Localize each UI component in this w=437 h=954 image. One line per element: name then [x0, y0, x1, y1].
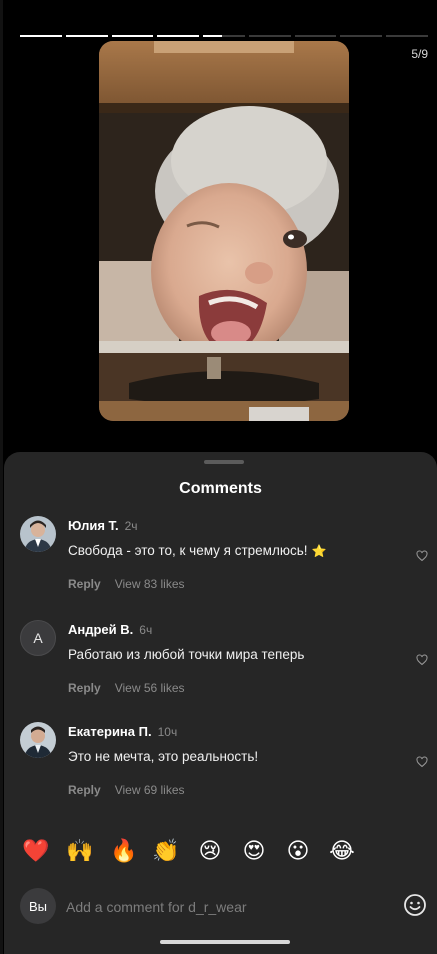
comment-item: А Андрей В. 6ч Работаю из любой точки мир…	[4, 620, 437, 710]
reaction-heart-eyes-icon[interactable]: 😍	[240, 838, 268, 866]
story-viewer: 5/9 Comments Юлия Т. 2ч Свобода - это то…	[0, 0, 437, 954]
quick-reactions: ❤️ 🙌 🔥 👏 😢 😍 😮 😂	[18, 838, 437, 868]
user-photo-icon	[20, 722, 56, 758]
comment-text: Работаю из любой точки мира теперь	[68, 647, 305, 662]
reaction-surprised-icon[interactable]: 😮	[284, 838, 312, 866]
my-avatar: Вы	[20, 888, 56, 924]
comment-time: 2ч	[124, 519, 138, 533]
frame-edge	[0, 0, 3, 954]
comment-item: Юлия Т. 2ч Свобода - это то, к чему я стр…	[4, 516, 437, 606]
reaction-raised-hands-icon[interactable]: 🙌	[66, 838, 94, 866]
comment-header: Юлия Т. 2ч	[68, 518, 138, 533]
comment-author[interactable]: Юлия Т.	[68, 518, 119, 533]
comment-text: Свобода - это то, к чему я стремлюсь! ⭐	[68, 543, 326, 558]
progress-segment	[111, 35, 154, 37]
story-progress	[20, 35, 429, 37]
comment-composer: Вы	[4, 888, 437, 924]
comment-input[interactable]	[66, 895, 386, 919]
reaction-heart-icon[interactable]: ❤️	[22, 838, 50, 866]
progress-segment	[203, 35, 245, 37]
progress-fill	[65, 35, 108, 37]
star-emoji: ⭐	[311, 544, 327, 558]
comment-time: 10ч	[157, 725, 178, 739]
progress-segment	[294, 35, 337, 37]
reply-button[interactable]: Reply	[68, 577, 101, 591]
progress-segment	[248, 35, 291, 37]
comment-time: 6ч	[139, 623, 153, 637]
user-photo-icon	[20, 516, 56, 552]
comment-header: Андрей В. 6ч	[68, 622, 152, 637]
emoji-picker-icon[interactable]	[403, 893, 427, 917]
reaction-clap-icon[interactable]: 👏	[152, 838, 180, 866]
story-counter: 5/9	[411, 47, 428, 61]
avatar[interactable]: А	[20, 620, 56, 656]
like-heart-icon[interactable]	[416, 654, 428, 666]
baby-photo	[99, 41, 349, 421]
sheet-title: Comments	[179, 480, 262, 497]
progress-segment	[65, 35, 108, 37]
avatar[interactable]	[20, 516, 56, 552]
reaction-fire-icon[interactable]: 🔥	[110, 838, 138, 866]
view-likes-link[interactable]: View 83 likes	[115, 577, 185, 591]
progress-fill	[157, 35, 200, 37]
progress-fill	[20, 35, 62, 37]
reaction-cry-icon[interactable]: 😢	[196, 838, 224, 866]
comment-actions: Reply View 69 likes	[68, 783, 185, 797]
comment-text-body: Свобода - это то, к чему я стремлюсь!	[68, 543, 308, 558]
like-heart-icon[interactable]	[416, 756, 428, 768]
comment-text: Это не мечта, это реальность!	[68, 749, 259, 764]
comment-item: Екатерина П. 10ч Это не мечта, это реальн…	[4, 722, 437, 812]
comment-author[interactable]: Екатерина П.	[68, 724, 152, 739]
reaction-laugh-icon[interactable]: 😂	[328, 838, 356, 866]
progress-segment	[386, 35, 429, 37]
reply-button[interactable]: Reply	[68, 783, 101, 797]
comment-actions: Reply View 56 likes	[68, 681, 185, 695]
progress-segment	[340, 35, 383, 37]
like-heart-icon[interactable]	[416, 550, 428, 562]
comment-actions: Reply View 83 likes	[68, 577, 185, 591]
home-indicator	[160, 940, 290, 944]
comment-author[interactable]: Андрей В.	[68, 622, 133, 637]
comment-header: Екатерина П. 10ч	[68, 724, 177, 739]
progress-fill	[203, 35, 222, 37]
view-likes-link[interactable]: View 56 likes	[115, 681, 185, 695]
story-media[interactable]	[99, 41, 349, 421]
progress-segment	[157, 35, 200, 37]
avatar[interactable]	[20, 722, 56, 758]
sheet-drag-handle[interactable]	[204, 460, 244, 464]
view-likes-link[interactable]: View 69 likes	[115, 783, 185, 797]
progress-fill	[111, 35, 154, 37]
reply-button[interactable]: Reply	[68, 681, 101, 695]
progress-segment	[20, 35, 62, 37]
comments-sheet: Comments Юлия Т. 2ч Свобода - это то, к ч…	[4, 452, 437, 954]
